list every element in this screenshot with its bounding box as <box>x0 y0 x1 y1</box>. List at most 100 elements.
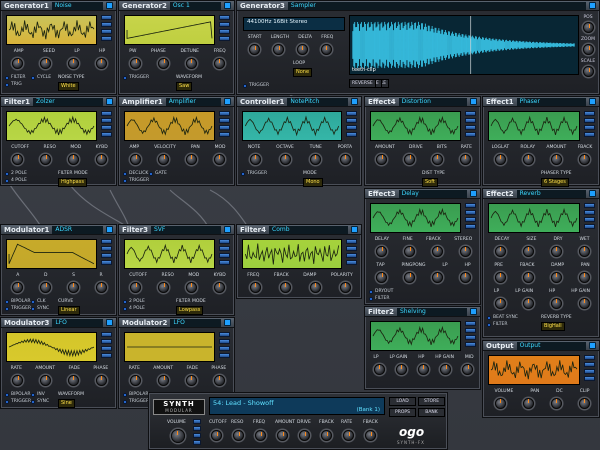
eff4-header[interactable]: Effect4 Distortion <box>365 97 480 107</box>
gen2-select[interactable]: Saw <box>176 82 193 91</box>
eff2-knob-pan[interactable] <box>578 271 590 283</box>
ctl1-knob-tune[interactable] <box>309 153 321 165</box>
master-volume-knob[interactable] <box>171 429 185 443</box>
eff2-knob-wet[interactable] <box>578 245 590 257</box>
eff3-knob-lp[interactable] <box>431 271 443 283</box>
eff1-header[interactable]: Effect1 Phaser <box>483 97 599 107</box>
fil4-knob-polarity[interactable] <box>339 281 351 293</box>
mod1-opt-1[interactable]: TRIGGER <box>5 306 31 311</box>
fil4-knob-fback[interactable] <box>279 281 291 293</box>
gen1-select[interactable]: White <box>58 82 79 91</box>
mod3-opt-3[interactable]: SYNC <box>31 399 49 404</box>
bar-btn-store[interactable]: STORE <box>418 397 445 406</box>
eff3-knob-pingpong[interactable] <box>404 271 416 283</box>
eff2-knob-pre[interactable] <box>494 271 506 283</box>
eff1-select[interactable]: 6 Stages <box>541 178 569 187</box>
eff4-faders[interactable] <box>465 111 476 137</box>
out-power-button[interactable] <box>589 342 596 349</box>
gen3-knob-0[interactable] <box>249 44 261 55</box>
out-knob-clip[interactable] <box>578 397 590 409</box>
amp1-knob-amp[interactable] <box>130 153 142 165</box>
bar-knob-7[interactable] <box>365 430 376 441</box>
gen3-knob-1[interactable] <box>273 44 285 55</box>
fil3-knob-mod[interactable] <box>185 281 197 293</box>
eff3-knob-tap[interactable] <box>376 271 388 283</box>
sample-btn-3[interactable]: REVERSE <box>349 79 376 88</box>
eff2-faders[interactable] <box>584 203 595 229</box>
eff3-faders[interactable] <box>465 203 476 229</box>
eff2-knob-fback[interactable] <box>522 271 534 283</box>
bar-knob-0[interactable] <box>211 430 222 441</box>
fil1-knob-mod[interactable] <box>67 153 79 165</box>
mod3-knob-phase[interactable] <box>95 374 107 386</box>
gen3-power-button[interactable] <box>589 2 596 9</box>
mod3-faders[interactable] <box>101 332 112 358</box>
eff2-knob-dry[interactable] <box>550 245 562 257</box>
eff2-knob-decay[interactable] <box>494 245 506 257</box>
eff3-knob-stereo[interactable] <box>459 245 471 257</box>
eff3-preset[interactable]: Delay <box>398 189 467 198</box>
eff4-power-button[interactable] <box>470 98 477 105</box>
bar-btn-props[interactable]: PROPS <box>389 408 416 417</box>
mod1-knob-d[interactable] <box>40 281 52 293</box>
mod2-faders[interactable] <box>219 332 230 358</box>
mod3-power-button[interactable] <box>106 319 113 326</box>
mod2-knob-phase[interactable] <box>213 374 225 386</box>
fil1-preset[interactable]: Zolzer <box>33 97 103 106</box>
ctl1-knob-porta[interactable] <box>339 153 351 165</box>
mod2-header[interactable]: Modulator2 LFO <box>119 318 234 328</box>
eff3-power-button[interactable] <box>470 190 477 197</box>
fil4-preset[interactable]: Comb <box>269 225 348 234</box>
fil1-knob-reso[interactable] <box>40 153 52 165</box>
bar-knob-3[interactable] <box>277 430 288 441</box>
sample-waveform-display[interactable]: teeth-clip <box>349 15 579 75</box>
ctl1-knob-note[interactable] <box>249 153 261 165</box>
eff2-opt-1[interactable]: FILTER <box>487 322 508 327</box>
mod2-knob-amount[interactable] <box>158 374 170 386</box>
fil1-power-button[interactable] <box>106 98 113 105</box>
fil1-opt-0[interactable]: 2 POLE <box>5 171 27 176</box>
gen2-header[interactable]: Generator2 Osc 1 <box>119 1 234 11</box>
fil2-knob-mid[interactable] <box>462 363 474 375</box>
fil4-knob-freq[interactable] <box>249 281 261 293</box>
ctl1-faders[interactable] <box>346 111 357 137</box>
eff1-faders[interactable] <box>584 111 595 137</box>
fil2-knob-lp-gain[interactable] <box>395 363 407 375</box>
gen2-knob-pw[interactable] <box>130 57 142 69</box>
fil2-knob-hp-gain[interactable] <box>440 363 452 375</box>
eff3-knob-fine[interactable] <box>404 245 416 257</box>
ctl1-knob-octave[interactable] <box>279 153 291 165</box>
mod3-knob-fade[interactable] <box>67 374 79 386</box>
fil1-header[interactable]: Filter1 Zolzer <box>1 97 116 107</box>
gen1-preset[interactable]: Noise <box>51 1 103 10</box>
gen3-knob-2[interactable] <box>296 44 308 55</box>
fil3-power-button[interactable] <box>224 226 231 233</box>
ctl1-select[interactable]: Mono <box>303 178 323 187</box>
fil2-preset[interactable]: Shelving <box>397 307 467 316</box>
bar-knob-5[interactable] <box>321 430 332 441</box>
sampler-side-knob-2[interactable] <box>583 66 594 77</box>
fil3-preset[interactable]: SVF <box>151 225 221 234</box>
eff4-knob-amount[interactable] <box>376 153 388 165</box>
loop-select[interactable]: None <box>293 68 313 77</box>
gen1-faders[interactable] <box>101 15 112 41</box>
eff3-knob-hp[interactable] <box>459 271 471 283</box>
fil2-knob-hp[interactable] <box>417 363 429 375</box>
eff3-opt-0[interactable]: DRYOUT <box>369 289 393 294</box>
mod1-opt-0[interactable]: BIPOLAR <box>5 299 31 304</box>
eff1-preset[interactable]: Phaser <box>516 97 586 106</box>
gen1-opt-2[interactable]: CYCLE <box>31 75 51 80</box>
mod1-opt-2[interactable]: CLK <box>31 299 46 304</box>
eff1-knob-loglat[interactable] <box>494 153 506 165</box>
gen2-knob-phase[interactable] <box>158 57 170 69</box>
mod1-header[interactable]: Modulator1 ADSR <box>1 225 116 235</box>
sampler-side-knob-1[interactable] <box>583 44 594 55</box>
eff2-knob-damp[interactable] <box>550 271 562 283</box>
trigger-toggle[interactable]: TRIGGER <box>243 83 269 88</box>
eff2-knob-lp[interactable] <box>494 297 506 309</box>
gen2-power-button[interactable] <box>224 2 231 9</box>
amp1-header[interactable]: Amplifier1 Amplifier <box>119 97 234 107</box>
fil3-opt-1[interactable]: 4 POLE <box>123 306 145 311</box>
amp1-opt-0[interactable]: DECLICK <box>123 171 148 176</box>
fil2-faders[interactable] <box>465 321 476 347</box>
